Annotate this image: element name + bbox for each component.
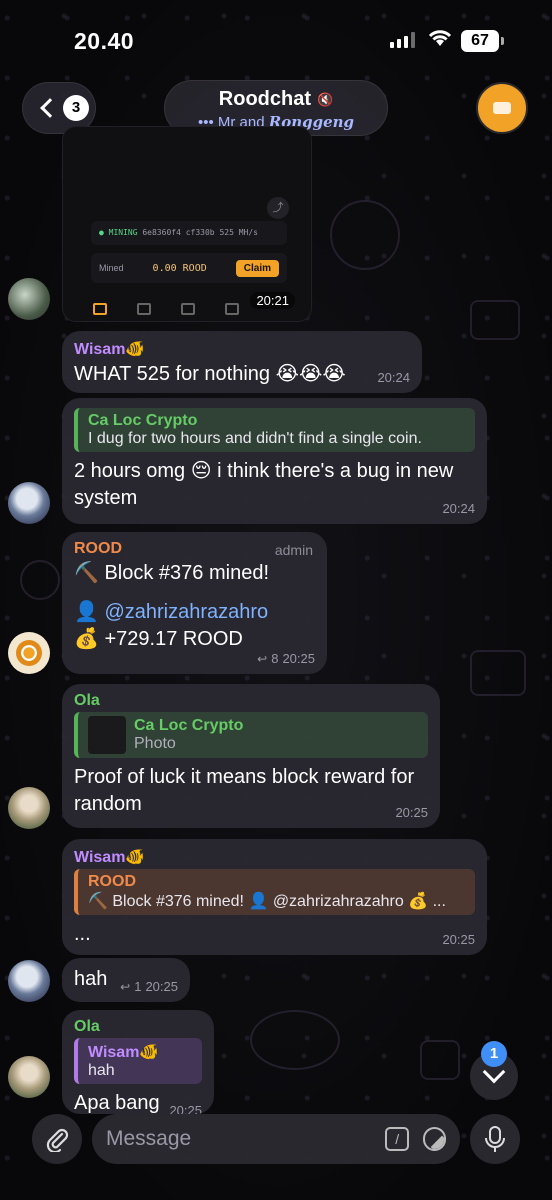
bot-command-icon[interactable]: / <box>385 1127 410 1151</box>
reply-quote[interactable]: Ca Loc Crypto Photo <box>74 712 428 758</box>
message-time: 20:25 <box>395 805 428 820</box>
background-doodle <box>20 560 60 600</box>
battery-indicator: 67 <box>461 30 504 52</box>
message-line: 👤 @zahrizahrazahro <box>74 601 269 623</box>
reply-count: 8 <box>271 651 279 666</box>
message-time: 20:21 <box>250 292 295 309</box>
message-text: 2 hours omg 😔 i think there's a bug in n… <box>74 460 454 509</box>
status-bar: 20.40 67 <box>0 0 552 70</box>
message-bubble[interactable]: Ola Wisam🐠 hah Apa bang 20:25 <box>62 1010 214 1114</box>
microphone-icon <box>485 1126 505 1152</box>
wifi-icon <box>428 30 452 46</box>
message-time: 20:25 <box>145 979 178 994</box>
message-time: 20:24 <box>442 501 475 516</box>
attach-button[interactable] <box>32 1114 82 1164</box>
background-doodle <box>330 200 400 270</box>
avatar[interactable] <box>8 960 50 1002</box>
sticker-icon[interactable] <box>423 1127 446 1151</box>
group-logo-icon <box>493 102 511 114</box>
message-input[interactable] <box>106 1127 377 1151</box>
chat-title: Roodchat <box>218 88 312 110</box>
background-doodle <box>470 650 526 696</box>
sender-name: Wisam🐠 <box>74 341 146 358</box>
sender-name: Wisam🐠 <box>74 849 146 866</box>
reply-quote[interactable]: Ca Loc Crypto I dug for two hours and di… <box>74 408 475 452</box>
message-time: 20:25 <box>282 651 315 666</box>
avatar[interactable] <box>8 787 50 829</box>
paperclip-icon <box>46 1128 69 1152</box>
reply-arrow-icon: ↩ <box>120 979 131 994</box>
unread-badge: 1 <box>481 1041 507 1067</box>
rood-logo-icon <box>16 640 42 666</box>
message-time: 20:25 <box>442 932 475 947</box>
reply-quote[interactable]: ROOD ⛏️ Block #376 mined! 👤 @zahrizahraz… <box>74 869 475 915</box>
message-time: 20:25 <box>169 1103 202 1114</box>
message-line: 💰 +729.17 ROOD <box>74 628 243 650</box>
background-doodle <box>420 1040 460 1080</box>
chevron-left-icon <box>40 98 60 118</box>
message-bubble[interactable]: Wisam🐠 ROOD ⛏️ Block #376 mined! 👤 @zahr… <box>62 839 487 955</box>
message-time: 20:24 <box>377 370 410 385</box>
message-text: Proof of luck it means block reward for … <box>74 766 415 815</box>
message-bubble[interactable]: Ca Loc Crypto I dug for two hours and di… <box>62 398 487 524</box>
reply-arrow-icon: ↩ <box>257 651 268 666</box>
share-icon: ⤴ <box>267 197 289 219</box>
avatar[interactable] <box>8 278 50 320</box>
avatar[interactable] <box>8 632 50 674</box>
background-doodle <box>470 300 520 340</box>
avatar[interactable] <box>8 1056 50 1098</box>
photo-thumbnail <box>88 716 126 754</box>
cellular-signal-icon <box>390 32 415 48</box>
message-bubble[interactable]: Ola Ca Loc Crypto Photo Proof of luck it… <box>62 684 440 828</box>
message-bubble[interactable]: Wisam🐠 WHAT 525 for nothing 😭😭😭 20:24 <box>62 331 422 393</box>
clock: 20.40 <box>74 28 135 54</box>
app-nav-icons <box>93 303 239 315</box>
claim-button: Claim <box>235 259 279 277</box>
sender-name: Ola <box>74 692 100 709</box>
unread-count-badge: 3 <box>63 95 89 121</box>
admin-badge: admin <box>274 542 313 558</box>
voice-record-button[interactable] <box>470 1114 520 1164</box>
sender-name: Ola <box>74 1018 100 1035</box>
message-line: ⛏️ Block #376 mined! <box>74 562 269 584</box>
avatar[interactable] <box>8 482 50 524</box>
background-doodle <box>250 1010 340 1070</box>
message-composer[interactable]: / <box>92 1114 460 1164</box>
message-bubble[interactable]: ROOD admin ⛏️ Block #376 mined! 👤 @zahri… <box>62 532 327 674</box>
mining-status: ● MINING 6e8360f4 cf330b 525 MH/s <box>91 221 287 245</box>
message-text: WHAT 525 for nothing 😭😭😭 <box>74 363 346 385</box>
mined-row: Mined 0.00 ROOD Claim <box>91 253 287 283</box>
image-message[interactable]: ⤴ ● MINING 6e8360f4 cf330b 525 MH/s Mine… <box>62 126 312 322</box>
muted-icon: 🔇 <box>317 91 334 107</box>
reply-count: 1 <box>134 979 142 994</box>
reply-quote[interactable]: Wisam🐠 hah <box>74 1038 202 1084</box>
message-text: ... <box>74 923 91 945</box>
chat-avatar[interactable] <box>476 82 528 134</box>
message-bubble[interactable]: hah ↩ 1 20:25 <box>62 958 190 1002</box>
